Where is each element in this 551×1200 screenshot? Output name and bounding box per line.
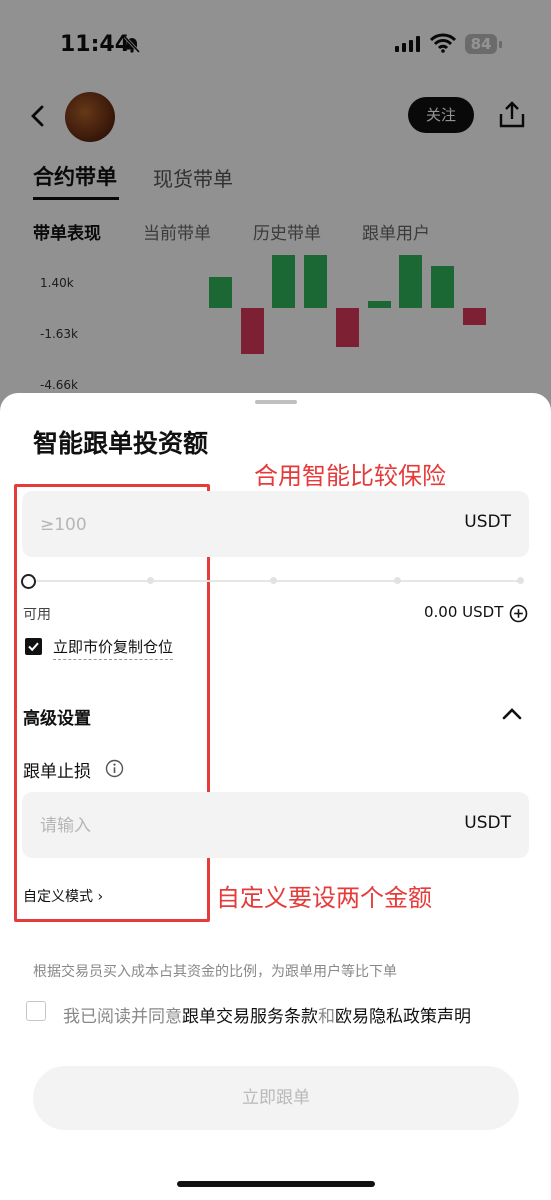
chevron-up-icon[interactable] [501, 706, 523, 726]
info-icon[interactable] [105, 759, 124, 782]
sheet-title: 智能跟单投资额 [33, 429, 209, 458]
slider-step-dot[interactable] [147, 577, 154, 584]
agreement-checkbox[interactable] [26, 1001, 46, 1021]
checkmark-icon [28, 642, 39, 652]
amount-unit: USDT [464, 512, 511, 532]
advanced-settings-title: 高级设置 [23, 709, 91, 729]
home-indicator [177, 1181, 375, 1187]
copy-ratio-disclaimer: 根据交易员买入成本占其资金的比例，为跟单用户等比下单 [33, 964, 397, 980]
available-label: 可用 [23, 607, 51, 623]
amount-field[interactable]: USDT [22, 491, 529, 559]
privacy-policy-link[interactable]: 欧易隐私政策声明 [335, 1007, 471, 1027]
custom-mode-link[interactable]: 自定义模式 › [23, 886, 103, 906]
add-funds-icon[interactable] [509, 604, 528, 627]
stop-loss-unit: USDT [464, 813, 511, 833]
stop-loss-input[interactable] [38, 792, 442, 860]
slider-step-dot[interactable] [394, 577, 401, 584]
amount-slider-handle[interactable] [21, 574, 36, 589]
terms-link[interactable]: 跟单交易服务条款 [182, 1007, 318, 1027]
slider-step-dot[interactable] [270, 577, 277, 584]
copy-position-label[interactable]: 立即市价复制仓位 [53, 636, 174, 660]
annotation-note-1: 合用智能比较保险 [254, 462, 446, 490]
copy-position-checkbox[interactable] [25, 638, 42, 655]
annotation-note-2: 自定义要设两个金额 [216, 884, 432, 912]
copy-now-button[interactable]: 立即跟单 [33, 1066, 519, 1130]
agreement-text: 我已阅读并同意跟单交易服务条款和欧易隐私政策声明 [63, 1002, 471, 1027]
sheet-drag-handle[interactable] [255, 400, 297, 404]
available-balance: 0.00 USDT [424, 603, 504, 621]
agreement-prefix: 我已阅读并同意 [63, 1007, 182, 1027]
stop-loss-field[interactable]: USDT [22, 792, 529, 860]
stop-loss-label: 跟单止损 [23, 762, 91, 782]
agreement-conjunction: 和 [318, 1007, 335, 1027]
slider-step-dot[interactable] [517, 577, 524, 584]
amount-input[interactable] [38, 491, 442, 559]
